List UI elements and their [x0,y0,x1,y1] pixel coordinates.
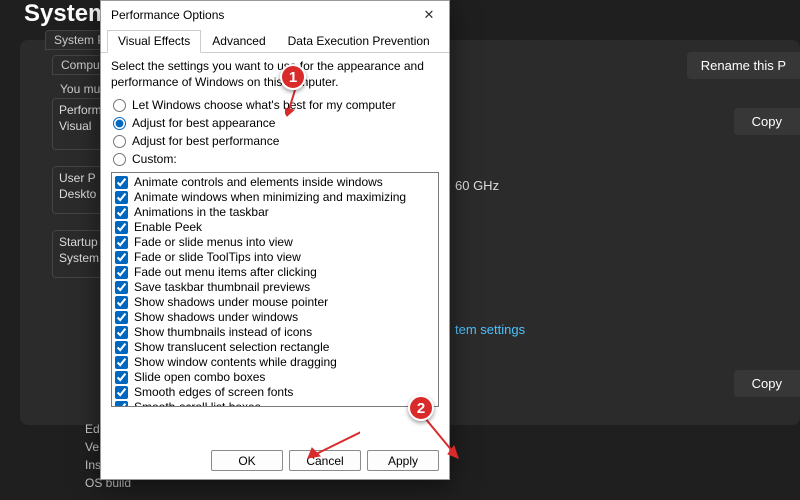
effect-checkbox-row[interactable]: Animate controls and elements inside win… [115,175,435,190]
radio-input[interactable] [113,117,126,130]
radio-best-appearance[interactable]: Adjust for best appearance [113,114,439,132]
effect-checkbox[interactable] [115,281,128,294]
effect-label: Smooth edges of screen fonts [134,385,293,400]
dialog-body: Select the settings you want to use for … [101,53,449,411]
bg-group-line: System [59,251,99,265]
tab-visual-effects[interactable]: Visual Effects [107,30,201,53]
effect-label: Fade out menu items after clicking [134,265,317,280]
tab-advanced[interactable]: Advanced [201,30,276,53]
tab-dep[interactable]: Data Execution Prevention [277,30,441,53]
effect-checkbox-row[interactable]: Smooth edges of screen fonts [115,385,435,400]
effect-checkbox[interactable] [115,221,128,234]
annotation-arrow-icon [300,418,360,468]
bg-group-line: Perform [59,103,102,117]
effect-checkbox-row[interactable]: Save taskbar thumbnail previews [115,280,435,295]
effect-label: Animations in the taskbar [134,205,269,220]
effect-checkbox-row[interactable]: Fade out menu items after clicking [115,265,435,280]
radio-input[interactable] [113,135,126,148]
radio-custom[interactable]: Custom: [113,150,439,168]
close-icon[interactable]: ✕ [417,5,441,25]
spec-value: 60 GHz [455,178,499,193]
bg-group-line: Deskto [59,187,96,201]
bg-group-line: Startup [59,235,98,249]
effect-label: Show translucent selection rectangle [134,340,329,355]
radio-input[interactable] [113,153,126,166]
advanced-system-settings-link[interactable]: tem settings [455,322,525,337]
performance-options-dialog: Performance Options ✕ Visual Effects Adv… [100,0,450,480]
effect-checkbox[interactable] [115,326,128,339]
radio-group: Let Windows choose what's best for my co… [113,96,439,168]
effect-label: Animate windows when minimizing and maxi… [134,190,406,205]
effect-checkbox[interactable] [115,191,128,204]
effect-checkbox[interactable] [115,176,128,189]
copy-button[interactable]: Copy [734,370,800,397]
effect-checkbox-row[interactable]: Slide open combo boxes [115,370,435,385]
effect-checkbox-row[interactable]: Show translucent selection rectangle [115,340,435,355]
effect-label: Show shadows under mouse pointer [134,295,328,310]
effect-checkbox-row[interactable]: Fade or slide ToolTips into view [115,250,435,265]
bg-group-line: Visual [59,119,91,133]
effect-label: Save taskbar thumbnail previews [134,280,310,295]
effect-checkbox-row[interactable]: Smooth-scroll list boxes [115,400,435,407]
effect-checkbox[interactable] [115,341,128,354]
radio-label: Adjust for best appearance [132,116,275,130]
effect-checkbox[interactable] [115,296,128,309]
effect-label: Show window contents while dragging [134,355,337,370]
effect-label: Smooth-scroll list boxes [134,400,261,407]
dialog-intro-text: Select the settings you want to use for … [111,59,439,90]
effect-label: Enable Peek [134,220,202,235]
effect-checkbox[interactable] [115,371,128,384]
dialog-titlebar: Performance Options ✕ [101,1,449,27]
radio-best-performance[interactable]: Adjust for best performance [113,132,439,150]
effect-checkbox[interactable] [115,401,128,407]
effect-checkbox-row[interactable]: Show window contents while dragging [115,355,435,370]
effect-checkbox-row[interactable]: Show shadows under windows [115,310,435,325]
annotation-marker-2: 2 [408,395,434,421]
effect-checkbox-row[interactable]: Enable Peek [115,220,435,235]
rename-pc-button[interactable]: Rename this P [687,52,800,79]
radio-input[interactable] [113,99,126,112]
effect-label: Fade or slide menus into view [134,235,293,250]
effect-checkbox[interactable] [115,236,128,249]
annotation-marker-1: 1 [280,64,306,90]
effect-label: Show thumbnails instead of icons [134,325,312,340]
effect-checkbox-row[interactable]: Show thumbnails instead of icons [115,325,435,340]
effect-checkbox[interactable] [115,311,128,324]
effect-checkbox-row[interactable]: Animate windows when minimizing and maxi… [115,190,435,205]
effect-checkbox[interactable] [115,386,128,399]
effect-checkbox-row[interactable]: Fade or slide menus into view [115,235,435,250]
radio-label: Adjust for best performance [132,134,279,148]
radio-label: Let Windows choose what's best for my co… [132,98,396,112]
page-title: System [24,0,109,28]
copy-button[interactable]: Copy [734,108,800,135]
effect-checkbox[interactable] [115,356,128,369]
dialog-tabs: Visual Effects Advanced Data Execution P… [101,27,449,53]
effect-checkbox[interactable] [115,251,128,264]
effect-label: Slide open combo boxes [134,370,265,385]
effect-checkbox-row[interactable]: Animations in the taskbar [115,205,435,220]
effect-label: Show shadows under windows [134,310,298,325]
effect-label: Animate controls and elements inside win… [134,175,383,190]
effect-checkbox-row[interactable]: Show shadows under mouse pointer [115,295,435,310]
effect-checkbox[interactable] [115,206,128,219]
annotation-arrow-icon [418,418,478,468]
ok-button[interactable]: OK [211,450,283,471]
bg-group-line: User P [59,171,96,185]
radio-label: Custom: [132,152,177,166]
radio-let-windows-choose[interactable]: Let Windows choose what's best for my co… [113,96,439,114]
dialog-title: Performance Options [111,8,224,22]
annotation-arrow-icon [285,88,315,128]
effects-listbox[interactable]: Animate controls and elements inside win… [111,172,439,407]
effect-checkbox[interactable] [115,266,128,279]
effect-label: Fade or slide ToolTips into view [134,250,301,265]
restart-notice: You mu [60,82,100,96]
